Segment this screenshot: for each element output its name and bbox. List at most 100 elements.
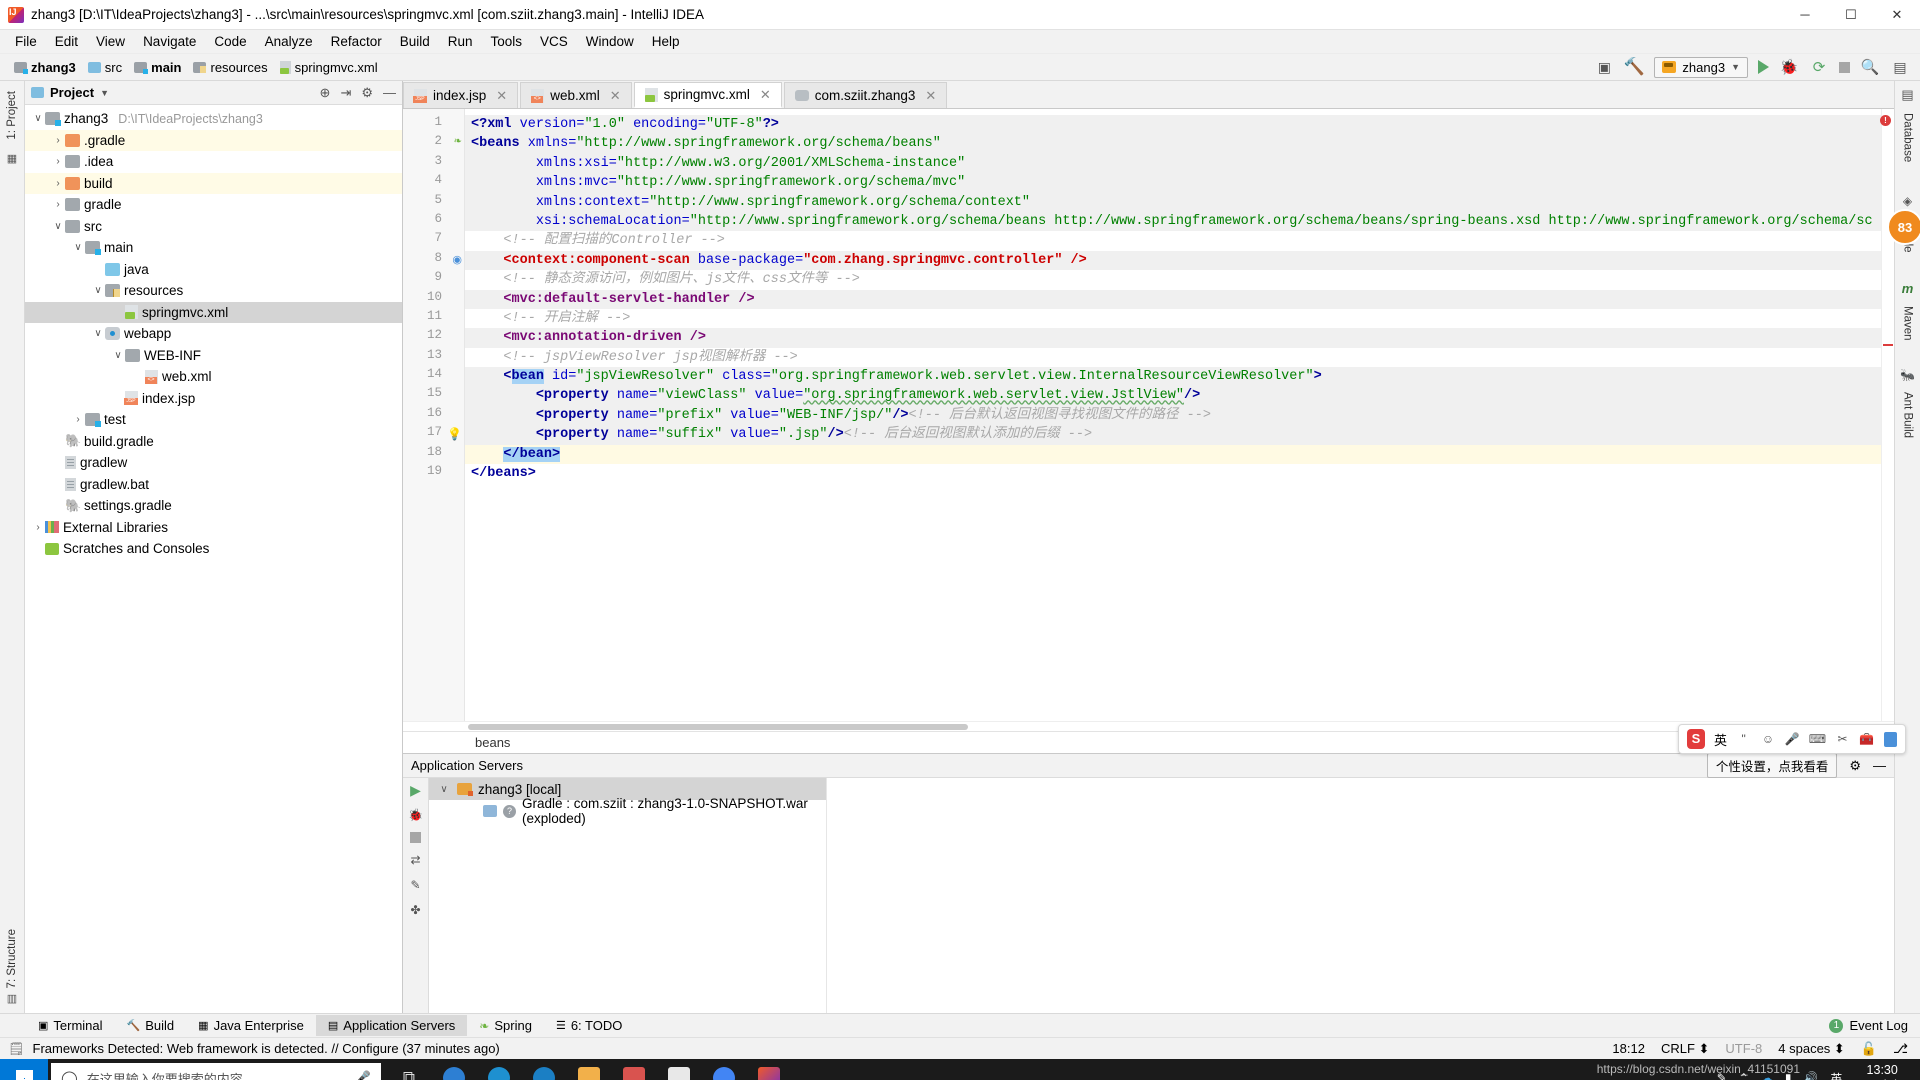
menu-refactor[interactable]: Refactor — [322, 32, 391, 51]
menu-navigate[interactable]: Navigate — [134, 32, 205, 51]
tree-node-settings-gradle[interactable]: 🐘 settings.gradle — [25, 495, 402, 517]
gutter-line-12[interactable]: 12 — [403, 328, 464, 347]
hide-icon[interactable]: — — [1873, 758, 1886, 773]
server-row[interactable]: ? Gradle : com.sziit : zhang3-1.0-SNAPSHO… — [429, 796, 826, 826]
database-icon[interactable]: ▤ — [1901, 87, 1913, 103]
deploy-icon[interactable]: ⇄ — [408, 852, 424, 868]
gutter-line-11[interactable]: 11 — [403, 309, 464, 328]
tree-expand-arrow[interactable]: › — [71, 414, 85, 425]
run-icon[interactable] — [1758, 60, 1769, 74]
editor-tab-web-xml[interactable]: web.xml ✕ — [520, 82, 632, 108]
keyboard-icon[interactable]: ⌨ — [1809, 731, 1826, 748]
error-indicator-icon[interactable]: ! — [1880, 115, 1891, 126]
punctuation-icon[interactable]: " — [1736, 731, 1751, 748]
editor-tabs[interactable]: index.jsp✕web.xml✕springmvc.xml✕com.szii… — [403, 81, 1894, 109]
breadcrumb-resources[interactable]: resources — [187, 60, 273, 75]
project-structure-icon[interactable]: ▤ — [1890, 57, 1910, 77]
taskbar-search[interactable]: ◯ 在这里输入你要搜索的内容 🎤 — [51, 1063, 381, 1080]
close-button[interactable]: ✕ — [1874, 0, 1920, 30]
tree-expand-arrow[interactable]: › — [51, 199, 65, 210]
tree-node-external-libraries[interactable]: › External Libraries — [25, 517, 402, 539]
tree-expand-arrow[interactable]: ∨ — [51, 221, 65, 232]
tree-node-web-inf[interactable]: ∨ WEB-INF — [25, 345, 402, 367]
gutter-line-3[interactable]: 3 — [403, 154, 464, 173]
structure-icon[interactable]: ▥ — [6, 992, 19, 1005]
tree-node-main[interactable]: ∨ main — [25, 237, 402, 259]
hide-icon[interactable]: — — [383, 85, 396, 100]
tree-expand-arrow[interactable]: › — [51, 178, 65, 189]
gutter-line-8[interactable]: 8 ◉ — [403, 251, 464, 270]
menu-edit[interactable]: Edit — [46, 32, 87, 51]
tab-build[interactable]: 🔨 Build — [115, 1015, 187, 1036]
gutter-line-6[interactable]: 6 — [403, 212, 464, 231]
breadcrumb-project[interactable]: zhang3 — [8, 60, 82, 75]
run-coverage-icon[interactable]: ⟳ — [1809, 57, 1829, 77]
build-icon[interactable]: 🔨 — [1624, 57, 1645, 77]
breadcrumb-main[interactable]: main — [128, 60, 187, 75]
ant-icon[interactable]: 🐜 — [1900, 368, 1915, 382]
stop-icon[interactable] — [1839, 61, 1850, 73]
gradle-notification-badge[interactable]: 83 — [1887, 209, 1920, 245]
tree-expand-arrow[interactable]: › — [51, 135, 65, 146]
editor-tab-springmvc-xml[interactable]: springmvc.xml ✕ — [633, 82, 782, 108]
tree-node-scratches-and-consoles[interactable]: Scratches and Consoles — [25, 538, 402, 560]
debug-icon[interactable]: 🐞 — [1779, 57, 1799, 77]
apps-icon[interactable] — [1883, 731, 1897, 747]
gutter-line-13[interactable]: 13 — [403, 348, 464, 367]
menu-run[interactable]: Run — [439, 32, 482, 51]
tree-expand-arrow[interactable]: ∨ — [91, 328, 105, 339]
settings-icon[interactable]: ✤ — [408, 902, 424, 918]
ime-toolbar[interactable]: S 英 " ☺ 🎤 ⌨ ✂ 🧰 — [1678, 724, 1906, 754]
tab-application-servers[interactable]: ▤ Application Servers — [315, 1015, 468, 1036]
gutter-line-14[interactable]: 14− — [403, 367, 476, 386]
gutter-line-10[interactable]: 10 — [403, 290, 464, 309]
volume-icon[interactable]: 🔊 — [1803, 1071, 1818, 1080]
maximize-button[interactable]: ☐ — [1828, 0, 1874, 30]
toolbox-icon[interactable]: 🧰 — [1859, 731, 1874, 748]
editor-tab-com-sziit-zhang3[interactable]: com.sziit.zhang3 ✕ — [783, 82, 948, 108]
menu-file[interactable]: File — [6, 32, 46, 51]
menu-vcs[interactable]: VCS — [531, 32, 577, 51]
close-tab-icon[interactable]: ✕ — [760, 87, 771, 103]
close-tab-icon[interactable]: ✕ — [610, 88, 621, 104]
project-tree[interactable]: ∨ zhang3 D:\IT\IdeaProjects\zhang3 › .gradle… — [25, 105, 402, 1013]
gear-icon[interactable]: ⚙ — [361, 85, 373, 101]
tree-node-gradlew[interactable]: gradlew — [25, 452, 402, 474]
ie-icon[interactable] — [479, 1059, 519, 1080]
tree-node-build-gradle[interactable]: 🐘 build.gradle — [25, 431, 402, 453]
menu-view[interactable]: View — [87, 32, 134, 51]
code-editor[interactable]: 12❧−345678◉91011121314−151617💡18−19 <?xm… — [403, 109, 1894, 721]
collapse-all-icon[interactable]: ⇥ — [340, 85, 351, 101]
editor-marker-column[interactable]: ! — [1880, 109, 1894, 721]
maven-icon[interactable]: m — [1902, 281, 1914, 296]
tree-expand-arrow[interactable]: ∨ — [437, 784, 451, 795]
sidebar-item-project[interactable]: 1: Project — [6, 87, 18, 144]
chevron-down-icon[interactable]: ▼ — [100, 88, 109, 98]
gutter-line-2[interactable]: 2❧− — [403, 134, 476, 153]
ime-indicator[interactable]: 英 — [1830, 1070, 1842, 1080]
notification-pill[interactable]: 个性设置，点我看看 — [1706, 753, 1838, 778]
code-content[interactable]: <?xml version="1.0" encoding="UTF-8"?> <… — [465, 109, 1881, 721]
unlocked-icon[interactable]: 🔓 — [1861, 1041, 1877, 1057]
gutter-line-15[interactable]: 15 — [403, 386, 464, 405]
gutter-line-19[interactable]: 19 — [403, 464, 464, 483]
tree-node-gradle[interactable]: › gradle — [25, 194, 402, 216]
tree-node-resources[interactable]: ∨ resources — [25, 280, 402, 302]
taskbar-clock[interactable]: 13:30 2019/2/27 — [1854, 1063, 1910, 1080]
mic-icon[interactable]: 🎤 — [1785, 731, 1800, 748]
gutter-line-7[interactable]: 7 — [403, 231, 464, 250]
sidebar-item-structure[interactable]: 7: Structure — [6, 925, 18, 992]
servers-tree[interactable]: ∨ zhang3 [local]? Gradle : com.sziit : zha… — [429, 778, 826, 1013]
gutter-line-5[interactable]: 5 — [403, 193, 464, 212]
help-icon[interactable]: ? — [503, 804, 516, 818]
tree-expand-arrow[interactable]: ∨ — [111, 350, 125, 361]
tree-node-webapp[interactable]: ∨ webapp — [25, 323, 402, 345]
menu-help[interactable]: Help — [643, 32, 689, 51]
run-configuration-selector[interactable]: zhang3 ▼ — [1654, 56, 1748, 78]
scrollbar-thumb[interactable] — [468, 724, 968, 730]
line-separator-selector[interactable]: CRLF ⬍ — [1661, 1041, 1709, 1057]
gutter-line-1[interactable]: 1 — [403, 115, 464, 134]
emoji-icon[interactable]: ☺ — [1760, 731, 1775, 748]
status-message[interactable]: Frameworks Detected: Web framework is de… — [33, 1041, 500, 1056]
start-button[interactable] — [0, 1059, 48, 1080]
